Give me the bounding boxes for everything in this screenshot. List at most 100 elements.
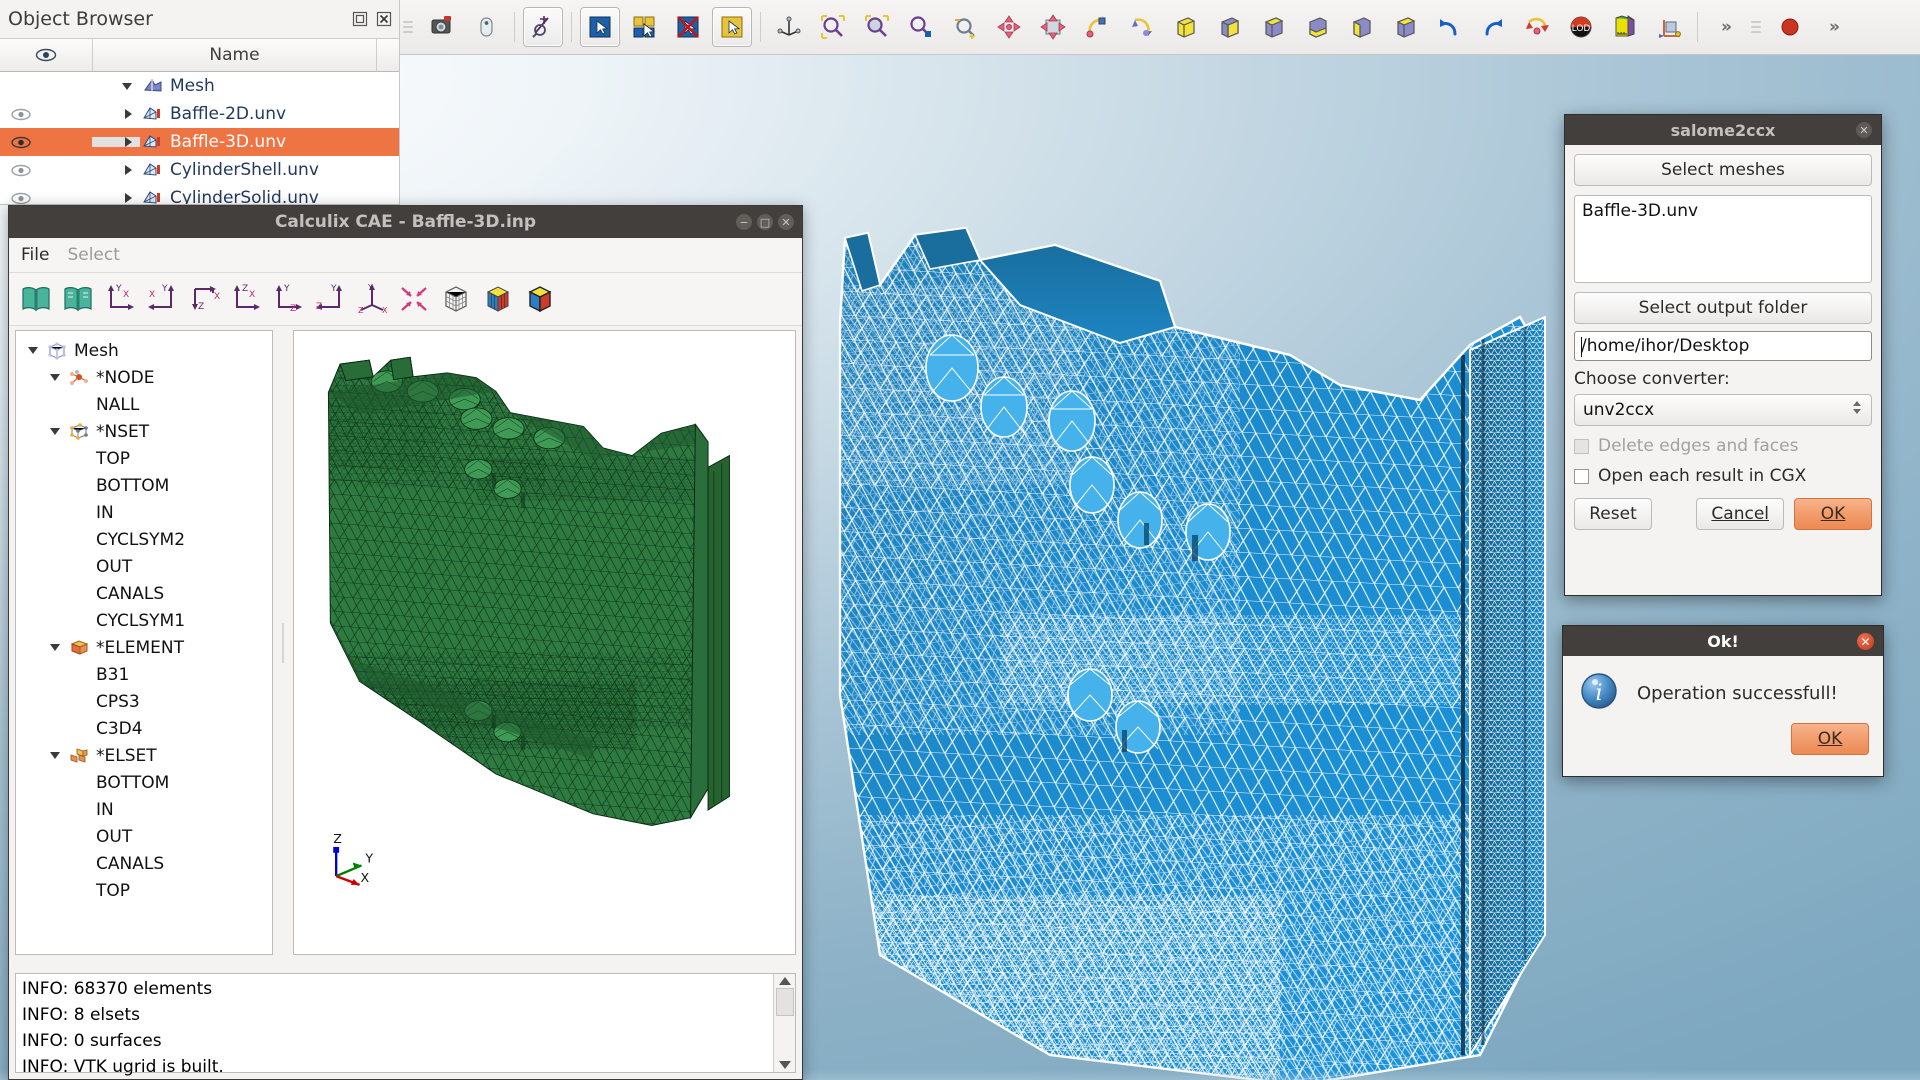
toolbar-grip-icon[interactable] bbox=[403, 14, 417, 40]
zoom-area-icon[interactable] bbox=[857, 7, 897, 47]
select-actor-icon[interactable] bbox=[712, 7, 752, 47]
select-cell-icon[interactable] bbox=[624, 7, 664, 47]
spinner-arrows-icon[interactable] bbox=[1853, 401, 1861, 414]
ok-button[interactable]: OK bbox=[1791, 723, 1869, 755]
ok-dialog-titlebar[interactable]: Ok! ✕ bbox=[1563, 626, 1883, 656]
cancel-button[interactable]: Cancel bbox=[1696, 498, 1784, 530]
scrollbar-track[interactable] bbox=[774, 1016, 795, 1061]
view-front-icon[interactable] bbox=[1165, 7, 1205, 47]
column-header-name[interactable]: Name bbox=[93, 39, 377, 71]
view-back-icon[interactable] bbox=[1209, 7, 1249, 47]
rotate-icon[interactable] bbox=[1077, 7, 1117, 47]
zoom-inout-icon[interactable] bbox=[945, 7, 985, 47]
ccx-tree-item[interactable]: CPS3 bbox=[22, 688, 272, 715]
close-icon[interactable]: ✕ bbox=[1857, 633, 1874, 650]
salome2ccx-titlebar[interactable]: salome2ccx ✕ bbox=[1565, 115, 1881, 145]
graduated-axes-icon[interactable] bbox=[1649, 7, 1689, 47]
toolbar-grip-icon[interactable] bbox=[1751, 14, 1765, 40]
checkbox-box[interactable] bbox=[1574, 469, 1589, 484]
mesh-list[interactable]: Baffle-3D.unv bbox=[1574, 195, 1872, 283]
calculix-splitter[interactable] bbox=[279, 330, 287, 955]
expander-down-icon[interactable] bbox=[22, 347, 44, 354]
menu-file[interactable]: File bbox=[21, 245, 49, 265]
ccx-tree-item[interactable]: TOP bbox=[22, 877, 272, 904]
ccx-tree-item[interactable]: CANALS bbox=[22, 850, 272, 877]
visibility-toggle[interactable] bbox=[0, 164, 92, 177]
close-icon[interactable] bbox=[375, 10, 393, 28]
dump-view-icon[interactable] bbox=[422, 7, 462, 47]
record-dot-icon[interactable] bbox=[1770, 7, 1810, 47]
column-header-visibility[interactable] bbox=[0, 39, 93, 71]
visibility-toggle[interactable] bbox=[0, 136, 92, 149]
ccx-tree-item[interactable]: *NSET bbox=[22, 418, 272, 445]
ccx-tree-item[interactable]: BOTTOM bbox=[22, 472, 272, 499]
fit-icon[interactable] bbox=[395, 277, 433, 321]
view-zx-icon[interactable]: XZ bbox=[185, 277, 223, 321]
calculix-toolbar[interactable]: YX XY XZ ZX YZ ZY YZX bbox=[9, 273, 802, 326]
ccx-tree-item[interactable]: B31 bbox=[22, 661, 272, 688]
tree-item-baffle-2d[interactable]: Baffle-2D.unv bbox=[0, 100, 399, 128]
overflow-chevron-icon[interactable]: » bbox=[1814, 7, 1854, 47]
global-pan-icon[interactable] bbox=[1033, 7, 1073, 47]
ccx-tree-item[interactable]: IN bbox=[22, 499, 272, 526]
calculix-cae-window[interactable]: Calculix CAE - Baffle-3D.inp − □ ✕ File … bbox=[8, 205, 803, 1080]
view-right-icon[interactable] bbox=[1385, 7, 1425, 47]
view-zx2-icon[interactable]: ZX bbox=[227, 277, 265, 321]
ok-button[interactable]: OK bbox=[1794, 498, 1872, 530]
ccx-tree-item[interactable]: Mesh bbox=[22, 337, 272, 364]
ccx-tree-item[interactable]: *ELSET bbox=[22, 742, 272, 769]
mesh-list-item[interactable]: Baffle-3D.unv bbox=[1582, 201, 1864, 221]
rotate-point-icon[interactable] bbox=[1121, 7, 1161, 47]
tree-item-mesh[interactable]: Mesh bbox=[0, 72, 399, 100]
expander-right-icon[interactable] bbox=[92, 109, 140, 119]
calculix-window-buttons[interactable]: − □ ✕ bbox=[736, 206, 794, 238]
object-browser-tree[interactable]: Mesh Baffle-2D.unv Baffle-3D.unv bbox=[0, 72, 399, 205]
expander-right-icon[interactable] bbox=[92, 137, 140, 147]
trihedron-icon[interactable] bbox=[769, 7, 809, 47]
expander-down-icon[interactable] bbox=[44, 374, 66, 381]
expander-right-icon[interactable] bbox=[92, 165, 140, 175]
tree-item-baffle-3d[interactable]: Baffle-3D.unv bbox=[0, 128, 399, 156]
ccx-tree-item[interactable]: CYCLSYM1 bbox=[22, 607, 272, 634]
tree-item-cylindershell[interactable]: CylinderShell.unv bbox=[0, 156, 399, 184]
salome2ccx-dialog[interactable]: salome2ccx ✕ Select meshes Baffle-3D.unv… bbox=[1564, 114, 1882, 596]
scrollbar-thumb[interactable] bbox=[776, 988, 794, 1016]
redo-icon[interactable] bbox=[1473, 7, 1513, 47]
ccx-tree-item[interactable]: TOP bbox=[22, 445, 272, 472]
wireframe-icon[interactable] bbox=[437, 277, 475, 321]
view-left-icon[interactable] bbox=[1341, 7, 1381, 47]
minimize-icon[interactable]: − bbox=[736, 214, 752, 230]
visibility-toggle[interactable] bbox=[0, 192, 92, 205]
ccx-tree-item[interactable]: NALL bbox=[22, 391, 272, 418]
expander-down-icon[interactable] bbox=[44, 752, 66, 759]
reset-button[interactable]: Reset bbox=[1574, 498, 1652, 530]
ccx-tree-item[interactable]: OUT bbox=[22, 823, 272, 850]
ccx-tree-item[interactable]: CANALS bbox=[22, 580, 272, 607]
view-bottom-icon[interactable] bbox=[1297, 7, 1337, 47]
close-icon[interactable]: ✕ bbox=[1856, 122, 1872, 138]
ccx-tree-item[interactable]: OUT bbox=[22, 553, 272, 580]
scroll-down-icon[interactable] bbox=[779, 1061, 791, 1069]
log-scrollbar[interactable] bbox=[773, 974, 795, 1072]
lod-icon[interactable]: LOD bbox=[1561, 7, 1601, 47]
select-output-folder-button[interactable]: Select output folder bbox=[1574, 292, 1872, 324]
view-xy-icon[interactable]: XY bbox=[143, 277, 181, 321]
ccx-tree-item[interactable]: BOTTOM bbox=[22, 769, 272, 796]
undo-icon[interactable] bbox=[1429, 7, 1469, 47]
undock-icon[interactable] bbox=[351, 10, 369, 28]
scaling-icon[interactable] bbox=[1605, 7, 1645, 47]
open-book-green-icon[interactable] bbox=[59, 277, 97, 321]
calculix-model-tree[interactable]: Mesh *NODE NALL *NSET TOP BOTTOM bbox=[15, 330, 273, 955]
mouse-style-icon[interactable] bbox=[466, 7, 506, 47]
tree-item-cylindersolid[interactable]: CylinderSolid.unv bbox=[0, 184, 399, 205]
calculix-titlebar[interactable]: Calculix CAE - Baffle-3D.inp − □ ✕ bbox=[9, 206, 802, 238]
scroll-up-icon[interactable] bbox=[779, 977, 791, 985]
calculix-3d-viewport[interactable]: Z Y X bbox=[293, 330, 796, 955]
surface-edges-icon[interactable] bbox=[521, 277, 559, 321]
ccx-tree-item[interactable]: C3D4 bbox=[22, 715, 272, 742]
ccx-tree-item[interactable]: IN bbox=[22, 796, 272, 823]
expander-down-icon[interactable] bbox=[92, 83, 140, 90]
ccx-tree-item[interactable]: *NODE bbox=[22, 364, 272, 391]
menu-select[interactable]: Select bbox=[67, 245, 119, 265]
recording-icon[interactable] bbox=[523, 7, 563, 47]
